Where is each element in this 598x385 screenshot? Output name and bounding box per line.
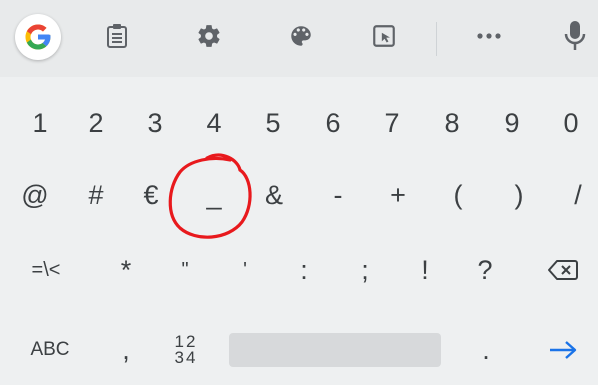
number-row: 1 2 3 4 5 6 7 8 9 0 — [0, 88, 598, 158]
key-open-paren[interactable]: ( — [436, 160, 480, 230]
key-7[interactable]: 7 — [370, 88, 414, 158]
key-semicolon[interactable]: ; — [343, 235, 387, 305]
key-colon[interactable]: : — [282, 235, 326, 305]
space-bar[interactable] — [229, 333, 441, 367]
key-close-paren[interactable]: ) — [497, 160, 541, 230]
key-underscore[interactable]: _ — [192, 160, 236, 230]
numpad-label: 12 34 — [174, 333, 198, 367]
suggestion-toolbar — [0, 0, 598, 77]
key-2[interactable]: 2 — [74, 88, 118, 158]
numpad-key[interactable]: 12 34 — [158, 315, 214, 385]
gear-icon — [198, 25, 220, 47]
key-3[interactable]: 3 — [133, 88, 177, 158]
theme-button[interactable] — [279, 14, 323, 58]
key-more-symbols[interactable]: =\< — [18, 235, 74, 305]
microphone-icon — [564, 21, 586, 50]
key-6[interactable]: 6 — [311, 88, 355, 158]
more-button[interactable] — [467, 14, 511, 58]
symbol-row: @ # € _ & - + ( ) / — [0, 160, 598, 230]
clipboard-icon — [107, 24, 127, 48]
backspace-key[interactable] — [538, 235, 588, 305]
key-question[interactable]: ? — [463, 235, 507, 305]
key-asterisk[interactable]: * — [104, 235, 148, 305]
key-slash[interactable]: / — [556, 160, 598, 230]
key-ampersand[interactable]: & — [252, 160, 296, 230]
clipboard-button[interactable] — [95, 14, 139, 58]
key-1[interactable]: 1 — [18, 88, 62, 158]
arrow-right-icon — [550, 341, 577, 359]
key-minus[interactable]: - — [316, 160, 360, 230]
numpad-label-bottom: 34 — [174, 348, 198, 367]
palette-icon — [291, 26, 311, 46]
more-horizontal-icon — [477, 33, 501, 39]
key-euro[interactable]: € — [129, 160, 173, 230]
key-apostrophe[interactable]: ' — [223, 235, 267, 305]
key-plus[interactable]: + — [376, 160, 420, 230]
google-button[interactable] — [15, 14, 61, 60]
enter-key[interactable] — [538, 315, 588, 385]
key-4[interactable]: 4 — [192, 88, 236, 158]
text-select-icon — [373, 25, 395, 47]
toolbar-divider — [436, 22, 437, 56]
settings-button[interactable] — [187, 14, 231, 58]
voice-input-button[interactable] — [553, 14, 597, 58]
key-comma[interactable]: , — [104, 315, 148, 385]
google-icon — [25, 24, 51, 50]
key-hash[interactable]: # — [74, 160, 118, 230]
more-symbols-row: =\< * " ' : ; ! ? — [0, 235, 598, 305]
key-5[interactable]: 5 — [251, 88, 295, 158]
key-9[interactable]: 9 — [490, 88, 534, 158]
backspace-icon — [548, 260, 578, 280]
text-select-button[interactable] — [362, 14, 406, 58]
key-8[interactable]: 8 — [430, 88, 474, 158]
abc-key[interactable]: ABC — [18, 315, 82, 385]
key-exclamation[interactable]: ! — [403, 235, 447, 305]
key-at[interactable]: @ — [13, 160, 57, 230]
key-double-quote[interactable]: " — [163, 235, 207, 305]
key-0[interactable]: 0 — [549, 88, 593, 158]
key-period[interactable]: . — [464, 315, 508, 385]
